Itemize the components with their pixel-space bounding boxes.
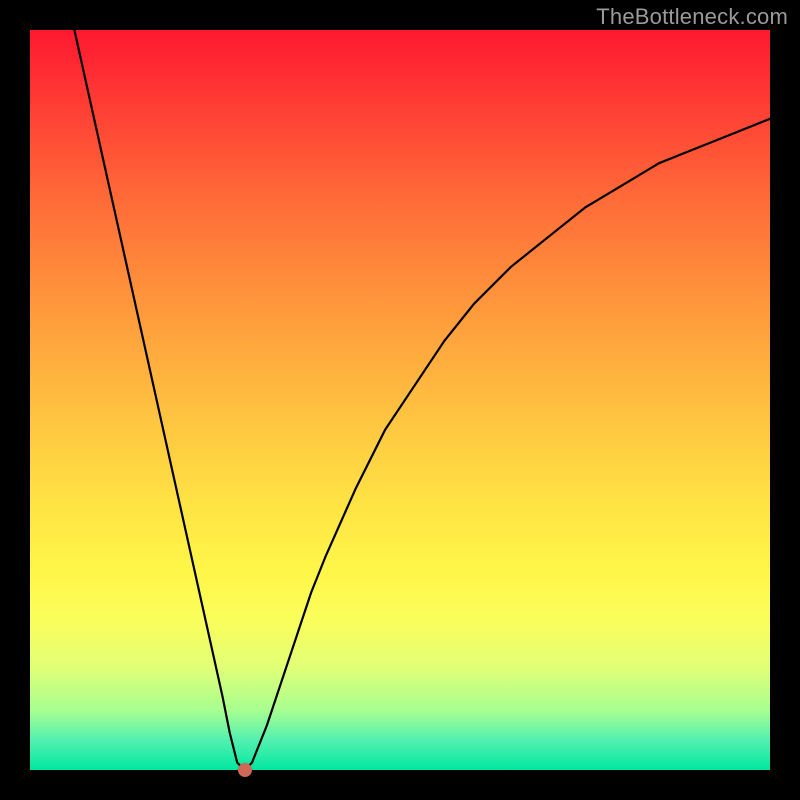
attribution-text: TheBottleneck.com xyxy=(596,4,788,30)
minimum-marker xyxy=(238,763,252,777)
bottleneck-curve xyxy=(30,30,770,770)
chart-plot-area xyxy=(30,30,770,770)
